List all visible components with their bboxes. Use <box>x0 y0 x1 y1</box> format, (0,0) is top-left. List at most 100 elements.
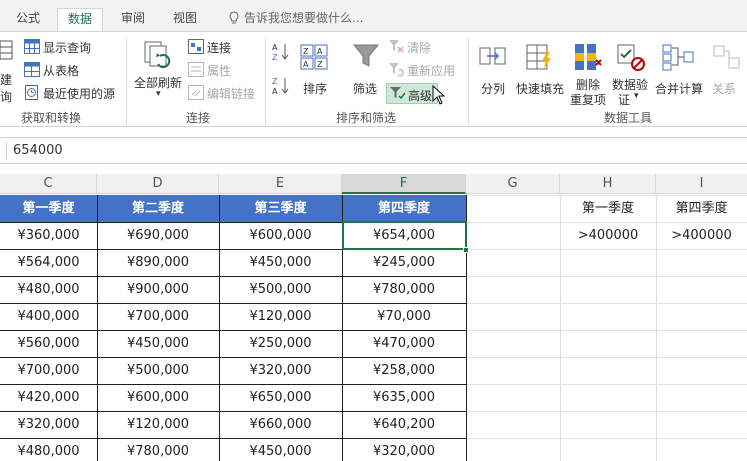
table-cell[interactable]: ¥470,000 <box>342 330 466 357</box>
flash-fill-icon <box>526 44 551 70</box>
table-cell[interactable]: ¥600,000 <box>219 222 342 249</box>
properties-icon <box>188 62 204 77</box>
sort-button[interactable]: Z A A Z 排序 <box>298 40 332 102</box>
formula-value: 654000 <box>13 143 63 158</box>
data-validation-icon <box>617 44 645 71</box>
sort-descending-button[interactable]: Z A <box>272 76 292 96</box>
table-cell[interactable]: ¥450,000 <box>97 330 219 357</box>
group-label-connections: 连接 <box>186 111 211 125</box>
gridline <box>466 249 747 250</box>
criteria-header-cell[interactable]: 第一季度 <box>560 195 656 222</box>
table-cell[interactable]: ¥258,000 <box>342 357 466 384</box>
table-cell[interactable]: ¥450,000 <box>219 438 342 461</box>
table-cell[interactable]: ¥600,000 <box>97 384 219 411</box>
table-cell[interactable]: ¥780,000 <box>97 438 219 461</box>
mouse-cursor-icon <box>432 85 445 105</box>
table-header-cell[interactable]: 第四季度 <box>342 195 466 222</box>
formula-bar[interactable]: 654000 <box>0 137 747 164</box>
table-cell[interactable]: ¥640,200 <box>342 411 466 438</box>
table-cell[interactable]: ¥360,000 <box>0 222 97 249</box>
sort-az-icon: A Z <box>272 43 289 62</box>
svg-text:A: A <box>272 43 278 52</box>
table-border <box>0 384 466 385</box>
table-cell[interactable]: ¥120,000 <box>97 411 219 438</box>
criteria-value-cell[interactable]: >400000 <box>656 222 747 249</box>
flash-fill-button[interactable]: 快速填充 <box>514 40 566 102</box>
clear-button[interactable]: 清除 <box>388 38 440 56</box>
column-header-g[interactable]: G <box>466 174 560 194</box>
table-cell[interactable]: ¥500,000 <box>97 357 219 384</box>
consolidate-label: 合并计算 <box>655 82 704 96</box>
new-query-button[interactable]: 建 询 <box>0 37 20 107</box>
chevron-down-icon: ▾ <box>634 91 639 101</box>
tell-me-box[interactable]: 告诉我您想要做什么... <box>228 9 363 26</box>
text-to-columns-button[interactable]: 分列 <box>474 40 510 102</box>
table-cell[interactable]: ¥900,000 <box>97 276 219 303</box>
gridline <box>466 438 747 439</box>
filter-button[interactable]: 筛选 <box>348 40 384 102</box>
table-cell[interactable]: ¥480,000 <box>0 276 97 303</box>
table-border <box>219 195 220 461</box>
table-cell[interactable]: ¥780,000 <box>342 276 466 303</box>
tab-review[interactable]: 审阅 <box>121 9 145 26</box>
table-cell[interactable]: ¥650,000 <box>219 384 342 411</box>
group-label-get-transform: 获取和转换 <box>21 111 82 125</box>
table-cell[interactable]: ¥70,000 <box>342 303 466 330</box>
table-header-cell[interactable]: 第二季度 <box>97 195 219 222</box>
table-cell[interactable]: ¥564,000 <box>0 249 97 276</box>
table-icon <box>24 39 40 54</box>
data-validation-button[interactable]: 数据验 证 ▾ <box>610 40 652 107</box>
table-cell[interactable]: ¥690,000 <box>97 222 219 249</box>
connections-button[interactable]: 连接 <box>188 38 238 56</box>
relationships-button[interactable]: 关系 <box>708 40 747 102</box>
chevron-down-icon: ▾ <box>156 89 161 99</box>
edit-links-button[interactable]: 编辑链接 <box>188 84 258 102</box>
column-header-c[interactable]: C <box>0 174 97 194</box>
from-table-button[interactable]: 从表格 <box>24 61 94 79</box>
table-cell[interactable]: ¥400,000 <box>0 303 97 330</box>
column-header-f[interactable]: F <box>342 174 466 194</box>
consolidate-button[interactable]: 合并计算 <box>653 40 705 102</box>
tab-formulas[interactable]: 公式 <box>16 9 40 26</box>
sort-ascending-button[interactable]: A Z <box>272 42 292 62</box>
column-header-d[interactable]: D <box>97 174 219 194</box>
reapply-button[interactable]: 重新应用 <box>388 61 460 79</box>
table-cell[interactable]: ¥700,000 <box>97 303 219 330</box>
refresh-all-button[interactable]: 全部刷新 ▾ <box>131 38 187 104</box>
sort-label: 排序 <box>303 82 328 96</box>
table-cell[interactable]: ¥245,000 <box>342 249 466 276</box>
criteria-header-cell[interactable]: 第四季度 <box>656 195 747 222</box>
tab-data[interactable]: 数据 <box>57 8 104 31</box>
table-cell[interactable]: ¥320,000 <box>0 411 97 438</box>
show-queries-button[interactable]: 显示查询 <box>24 38 100 56</box>
new-query-icon <box>0 40 13 60</box>
recent-sources-icon <box>25 85 38 100</box>
table-cell[interactable]: ¥700,000 <box>0 357 97 384</box>
new-query-label-2: 询 <box>0 90 13 104</box>
table-cell[interactable]: ¥420,000 <box>0 384 97 411</box>
table-cell[interactable]: ¥660,000 <box>219 411 342 438</box>
table-cell[interactable]: ¥890,000 <box>97 249 219 276</box>
recent-sources-button[interactable]: 最近使用的源 <box>24 84 119 102</box>
table-cell[interactable]: ¥500,000 <box>219 276 342 303</box>
table-cell[interactable]: ¥120,000 <box>219 303 342 330</box>
column-header-e[interactable]: E <box>219 174 342 194</box>
table-header-cell[interactable]: 第三季度 <box>219 195 342 222</box>
table-cell[interactable]: ¥450,000 <box>219 249 342 276</box>
table-cell[interactable]: ¥635,000 <box>342 384 466 411</box>
remove-duplicates-button[interactable]: 删除 重复项 <box>568 40 608 107</box>
fill-handle[interactable] <box>463 247 469 253</box>
new-query-label-1: 建 <box>0 73 13 87</box>
column-header-h[interactable]: H <box>560 174 656 194</box>
tab-view[interactable]: 视图 <box>173 9 197 26</box>
criteria-value-cell[interactable]: >400000 <box>560 222 656 249</box>
advanced-button[interactable]: 高级 <box>386 83 438 104</box>
table-cell[interactable]: ¥320,000 <box>342 438 466 461</box>
table-cell[interactable]: ¥320,000 <box>219 357 342 384</box>
properties-button[interactable]: 属性 <box>188 61 238 79</box>
table-header-cell[interactable]: 第一季度 <box>0 195 97 222</box>
table-cell[interactable]: ¥480,000 <box>0 438 97 461</box>
table-cell[interactable]: ¥560,000 <box>0 330 97 357</box>
table-cell[interactable]: ¥250,000 <box>219 330 342 357</box>
column-header-i[interactable]: I <box>656 174 747 194</box>
